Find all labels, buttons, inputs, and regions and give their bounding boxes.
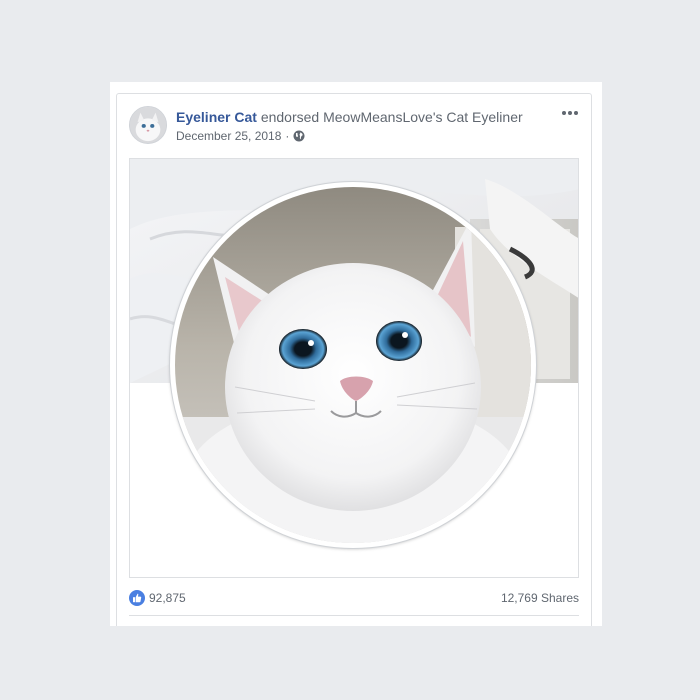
more-dot (568, 111, 572, 115)
avatar[interactable] (129, 106, 167, 144)
profile-picture-frame (170, 182, 536, 548)
reactions-summary[interactable]: 92,875 (129, 590, 186, 606)
more-dot (574, 111, 578, 115)
shares-count[interactable]: 12,769 Shares (501, 591, 579, 605)
date-separator: · (285, 129, 290, 143)
thumbs-up-icon (129, 590, 145, 606)
post-action-text: endorsed MeowMeansLove's Cat Eyeliner (260, 109, 523, 125)
profile-picture[interactable] (175, 187, 531, 543)
globe-icon (293, 130, 305, 142)
post-meta: December 25, 2018 · (176, 128, 305, 144)
post-header: Eyeliner Cat endorsed MeowMeansLove's Ca… (176, 108, 523, 126)
author-link[interactable]: Eyeliner Cat (176, 109, 257, 125)
post-stats: 92,875 12,769 Shares (129, 582, 579, 616)
likes-count: 92,875 (149, 591, 186, 605)
more-options-icon[interactable] (559, 105, 581, 121)
more-dot (562, 111, 566, 115)
post-date[interactable]: December 25, 2018 (176, 128, 281, 144)
